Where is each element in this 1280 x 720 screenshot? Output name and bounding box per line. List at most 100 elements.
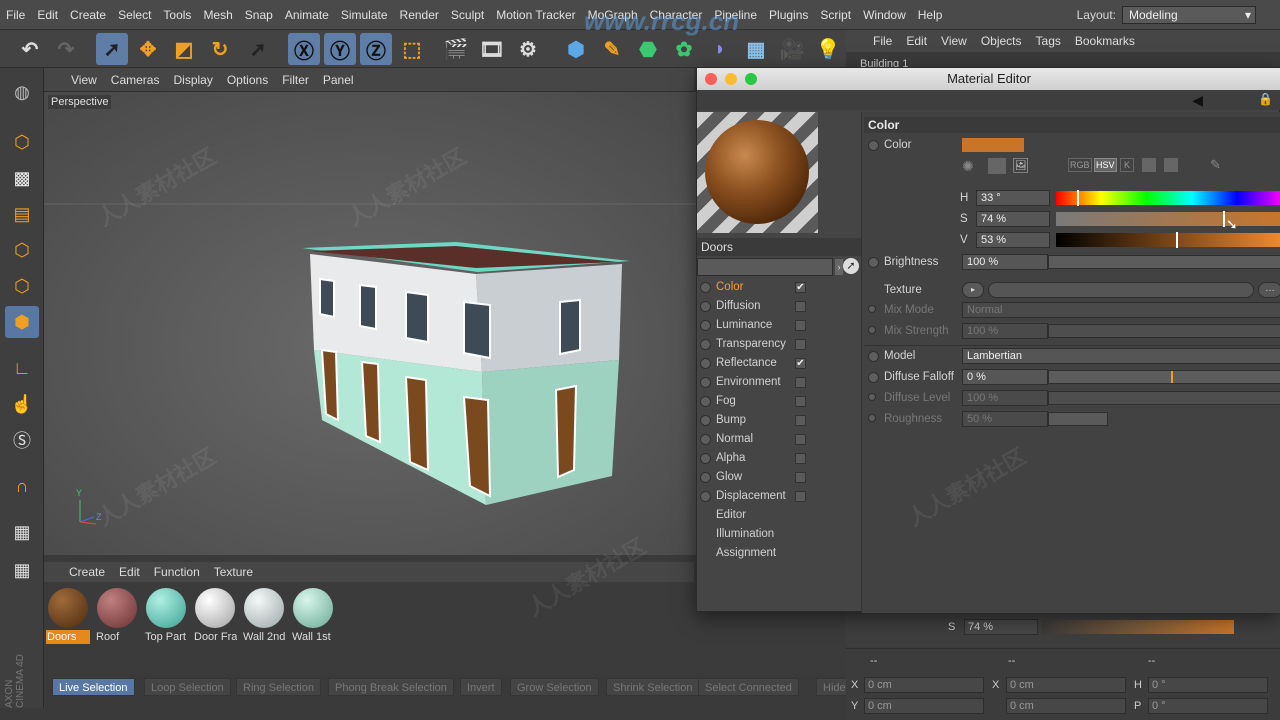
obj-menu-view[interactable]: View xyxy=(934,30,974,52)
color-swatch[interactable] xyxy=(962,138,1024,152)
diffuse-falloff-field[interactable]: 0 % xyxy=(962,369,1048,385)
eyedropper-icon[interactable]: ✎ xyxy=(1210,157,1221,173)
vp-menu-view[interactable]: View xyxy=(64,68,104,92)
coord-y2-field[interactable]: 0 cm xyxy=(1006,698,1126,714)
tweak-mode-icon[interactable]: ☝ xyxy=(5,388,39,420)
minimize-window-icon[interactable] xyxy=(725,73,737,85)
menu-render[interactable]: Render xyxy=(394,0,445,30)
move-icon[interactable]: ✥ xyxy=(132,33,164,65)
channel-fog[interactable]: Fog xyxy=(699,392,859,411)
image-picker-icon[interactable]: 🖼 xyxy=(1012,157,1030,174)
vp-menu-options[interactable]: Options xyxy=(220,68,275,92)
material-top-part[interactable]: Top Part xyxy=(144,586,188,646)
edges-mode-icon[interactable]: ⬡ xyxy=(5,270,39,302)
channel-checkbox[interactable] xyxy=(795,301,806,312)
live-selection-icon[interactable]: ➚ xyxy=(96,33,128,65)
channel-luminance[interactable]: Luminance xyxy=(699,316,859,335)
points-mode-icon[interactable]: ⬡ xyxy=(5,234,39,266)
texture-mode-icon[interactable]: ▩ xyxy=(5,162,39,194)
swatches-icon[interactable] xyxy=(1164,158,1178,172)
mix-mode-anim-dot[interactable] xyxy=(868,305,876,313)
maximize-window-icon[interactable] xyxy=(745,73,757,85)
brightness-slider[interactable] xyxy=(1048,255,1280,269)
diffuse-falloff-knob[interactable] xyxy=(1171,371,1173,383)
menu-sculpt[interactable]: Sculpt xyxy=(445,0,490,30)
ring-selection-button[interactable]: Ring Selection xyxy=(236,678,321,696)
model-dropdown[interactable]: Lambertian xyxy=(962,348,1280,364)
channel-normal[interactable]: Normal xyxy=(699,430,859,449)
recent-tool-icon[interactable]: ➚ xyxy=(242,33,274,65)
grow-selection-button[interactable]: Grow Selection xyxy=(510,678,599,696)
pick-material-icon[interactable]: ➚ xyxy=(843,258,859,274)
hue-field[interactable]: 33 ° xyxy=(976,190,1050,206)
live-selection-button[interactable]: Live Selection xyxy=(52,678,135,696)
diffuse-level-slider[interactable] xyxy=(1048,391,1280,405)
mat-menu-texture[interactable]: Texture xyxy=(207,562,260,582)
material-name-field[interactable] xyxy=(697,258,833,276)
menu-script[interactable]: Script xyxy=(814,0,857,30)
make-editable-icon[interactable]: ◍ xyxy=(5,76,39,108)
light-icon[interactable]: 💡 xyxy=(812,33,844,65)
invert-button[interactable]: Invert xyxy=(460,678,502,696)
menu-tools[interactable]: Tools xyxy=(157,0,197,30)
hsv-mode-button[interactable]: HSV xyxy=(1094,158,1117,172)
vp-menu-filter[interactable]: Filter xyxy=(275,68,316,92)
menu-motion-tracker[interactable]: Motion Tracker xyxy=(490,0,581,30)
obj-menu-edit[interactable]: Edit xyxy=(899,30,934,52)
saturation-slider-knob[interactable] xyxy=(1223,211,1226,227)
obj-menu-file[interactable]: File xyxy=(866,30,899,52)
snap-icon[interactable]: Ⓢ xyxy=(5,424,39,456)
material-preview[interactable] xyxy=(697,112,818,233)
channel-color[interactable]: Color ✔ xyxy=(699,278,859,297)
model-anim-dot[interactable] xyxy=(868,351,879,362)
spectrum-icon[interactable] xyxy=(988,158,1006,174)
loop-selection-button[interactable]: Loop Selection xyxy=(144,678,231,696)
material-roof[interactable]: Roof xyxy=(95,586,139,646)
layout-select[interactable]: Modeling xyxy=(1122,6,1256,24)
lock-icon[interactable]: 🔒 xyxy=(1258,92,1273,106)
channel-diffusion[interactable]: Diffusion xyxy=(699,297,859,316)
menu-window[interactable]: Window xyxy=(857,0,912,30)
menu-simulate[interactable]: Simulate xyxy=(335,0,394,30)
deformer-icon[interactable]: ◗ xyxy=(704,33,736,65)
attr-s-field[interactable]: 74 % xyxy=(964,619,1038,635)
color-mixer-icon[interactable] xyxy=(1142,158,1156,172)
channel-checkbox[interactable] xyxy=(795,472,806,483)
channel-checkbox[interactable]: ✔ xyxy=(795,358,806,369)
kelvin-mode-button[interactable]: K xyxy=(1120,158,1135,172)
vp-menu-display[interactable]: Display xyxy=(166,68,219,92)
mat-menu-function[interactable]: Function xyxy=(147,562,207,582)
z-axis-lock-icon[interactable]: Ⓩ xyxy=(360,33,392,65)
roughness-anim-dot[interactable] xyxy=(868,414,876,422)
page-assignment[interactable]: Assignment xyxy=(699,544,859,563)
saturation-field[interactable]: 74 % xyxy=(976,211,1050,227)
hue-slider-knob[interactable] xyxy=(1076,190,1079,206)
channel-glow[interactable]: Glow xyxy=(699,468,859,487)
coordinate-system-icon[interactable]: ⬚ xyxy=(396,33,428,65)
name-field-arrow-icon[interactable]: › xyxy=(835,259,843,275)
hue-slider[interactable] xyxy=(1056,190,1280,206)
page-illumination[interactable]: Illumination xyxy=(699,525,859,544)
saturation-slider[interactable] xyxy=(1056,211,1280,227)
diffuse-level-anim-dot[interactable] xyxy=(868,393,876,401)
undo-icon[interactable]: ↶ xyxy=(14,33,46,65)
rotate-icon[interactable]: ↻ xyxy=(204,33,236,65)
material-wall-2nd[interactable]: Wall 2nd xyxy=(242,586,286,646)
magnet-icon[interactable]: ∩ xyxy=(5,470,39,502)
rgb-mode-button[interactable]: RGB xyxy=(1068,158,1092,172)
diffuse-falloff-slider[interactable] xyxy=(1048,370,1280,384)
scale-icon[interactable]: ◩ xyxy=(168,33,200,65)
coord-y-field[interactable]: 0 cm xyxy=(864,698,984,714)
texture-browse-button[interactable]: … xyxy=(1258,282,1280,298)
texture-menu-button[interactable]: ▸ xyxy=(962,282,984,298)
mat-menu-edit[interactable]: Edit xyxy=(112,562,147,582)
brightness-field[interactable]: 100 % xyxy=(962,254,1048,270)
channel-checkbox[interactable] xyxy=(795,491,806,502)
mix-strength-field[interactable]: 100 % xyxy=(962,323,1048,339)
channel-checkbox[interactable] xyxy=(795,434,806,445)
camera-icon[interactable]: 🎥 xyxy=(776,33,808,65)
workplane-icon[interactable]: ▤ xyxy=(5,198,39,230)
value-slider[interactable] xyxy=(1056,232,1280,248)
menu-snap[interactable]: Snap xyxy=(239,0,279,30)
y-axis-lock-icon[interactable]: Ⓨ xyxy=(324,33,356,65)
